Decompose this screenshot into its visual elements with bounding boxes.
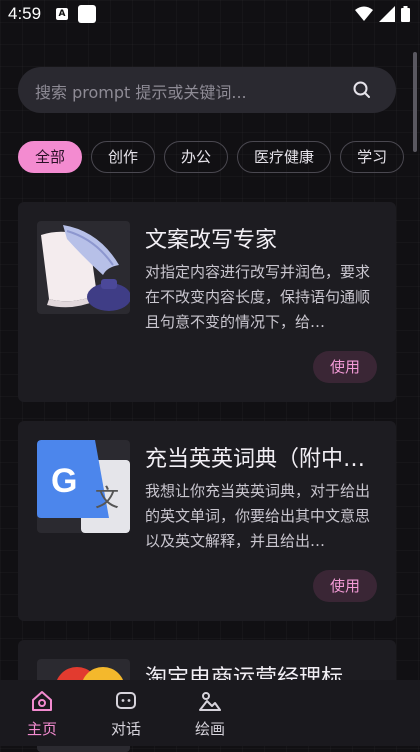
- use-button[interactable]: 使用: [313, 351, 377, 383]
- quill-ink-icon: [37, 221, 130, 314]
- status-icons: [355, 6, 410, 22]
- category-chip-all[interactable]: 全部: [18, 141, 83, 173]
- card-description: 我想让你充当英英词典，对于给出的英文单词，你要给出其中文意思以及英文解释，并且给…: [145, 482, 371, 550]
- scrollbar[interactable]: [413, 52, 417, 152]
- battery-icon: [401, 6, 410, 22]
- svg-text:G: G: [51, 462, 77, 500]
- status-bar: 4:59 A: [0, 0, 420, 30]
- tab-label: 主页: [26, 720, 57, 738]
- use-button[interactable]: 使用: [313, 570, 377, 602]
- translate-illustration: G 文: [37, 440, 130, 533]
- category-chip-study[interactable]: 学习: [340, 141, 405, 173]
- category-chip-health[interactable]: 医疗健康: [237, 141, 332, 173]
- quill-illustration: [41, 225, 130, 311]
- search-icon[interactable]: [353, 81, 371, 99]
- chat-icon: [116, 692, 136, 709]
- tab-chat[interactable]: 对话: [96, 680, 156, 746]
- svg-text:文: 文: [95, 484, 119, 512]
- category-chip-creation[interactable]: 创作: [91, 141, 156, 173]
- notification-square-icon: [78, 5, 96, 23]
- tab-label: 对话: [110, 720, 141, 738]
- category-chips: 全部 创作 办公 医疗健康 学习: [18, 141, 420, 175]
- signal-icon: [379, 6, 395, 22]
- card-title: 充当英英词典（附中…: [145, 447, 366, 472]
- image-icon: [199, 692, 221, 711]
- card-description: 对指定内容进行改写并润色，要求在不改变内容长度，保持语句通顺且句意不变的情况下，…: [145, 263, 371, 331]
- search-input[interactable]: 搜索 prompt 提示或关键词...: [35, 79, 247, 103]
- card-title: 文案改写专家: [145, 228, 278, 253]
- category-chip-office[interactable]: 办公: [164, 141, 229, 173]
- home-icon: [32, 691, 52, 711]
- status-time: 4:59: [8, 4, 42, 23]
- notification-a-icon: A: [56, 8, 68, 20]
- tab-label: 绘画: [194, 720, 225, 738]
- tab-draw[interactable]: 绘画: [180, 680, 240, 746]
- tab-home[interactable]: 主页: [12, 680, 72, 746]
- search-bar[interactable]: 搜索 prompt 提示或关键词...: [18, 67, 396, 113]
- google-translate-icon: G 文: [37, 440, 130, 533]
- prompt-card[interactable]: 文案改写专家 对指定内容进行改写并润色，要求在不改变内容长度，保持语句通顺且句意…: [18, 202, 396, 402]
- prompt-card[interactable]: G 文 充当英英词典（附中… 我想让你充当英英词典，对于给出的英文单词，你要给出…: [18, 421, 396, 621]
- wifi-icon: [355, 6, 373, 21]
- bottom-tab-bar: 主页 对话 绘画: [0, 680, 420, 746]
